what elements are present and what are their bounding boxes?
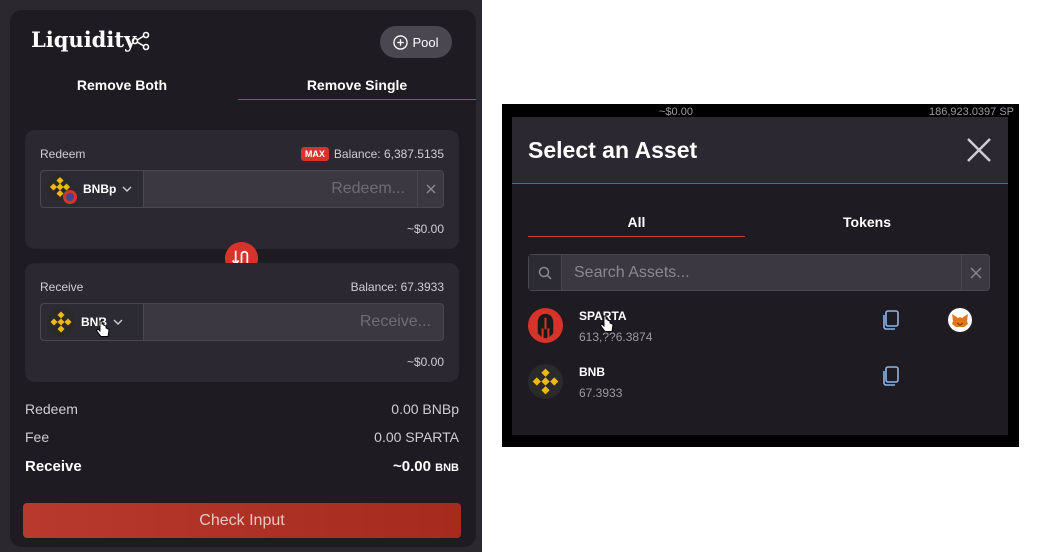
summary-fee-row: Fee 0.00 SPARTA [25, 429, 459, 445]
redeem-asset-symbol: BNBp [83, 182, 117, 196]
asset-symbol-bnb: BNB [579, 365, 605, 379]
search-bar [528, 254, 990, 291]
metamask-icon[interactable] [948, 308, 972, 332]
tab-tokens[interactable]: Tokens [757, 207, 977, 237]
liquidity-panel-frame: Liquidity Pool Remove Both Remove Single… [0, 0, 482, 552]
summary-receive-unit: BNB [435, 462, 459, 474]
close-modal-button[interactable] [964, 135, 994, 165]
summary-receive-row: Receive ~0.00 BNB [25, 458, 459, 475]
hand-cursor-icon [96, 320, 110, 337]
pool-button[interactable]: Pool [380, 26, 452, 58]
redeem-label: Redeem [40, 147, 86, 161]
clear-search-button[interactable] [961, 255, 989, 290]
tab-remove-both[interactable]: Remove Both [10, 70, 234, 100]
redeem-input-row: BNBp [40, 170, 444, 208]
asset-amount-sparta: 613,??6.3874 [579, 330, 653, 344]
search-assets-input[interactable] [562, 255, 961, 290]
max-button[interactable]: MAX [300, 147, 329, 161]
tab-remove-single[interactable]: Remove Single [238, 70, 476, 100]
summary-fee-label: Fee [25, 429, 50, 445]
asset-amount-bnb: 67.3933 [579, 386, 623, 400]
bnb-token-icon [528, 364, 563, 399]
summary-redeem-value: 0.00 BNBp [391, 401, 459, 417]
redeem-amount-input[interactable] [144, 171, 417, 207]
modal-title: Select an Asset [528, 137, 698, 163]
summary-redeem-label: Redeem [25, 401, 78, 417]
summary-redeem-row: Redeem 0.00 BNBp [25, 401, 459, 417]
bnb-token-icon [47, 308, 75, 336]
close-icon [970, 267, 981, 278]
share-icon[interactable] [131, 31, 151, 51]
sparta-token-icon [528, 308, 563, 343]
receive-usd-value: ~$0.00 [406, 355, 444, 369]
redeem-card: Redeem MAX Balance: 6,387.5135 BNBp Rede… [25, 130, 459, 249]
redeem-asset-selector[interactable]: BNBp [41, 171, 144, 207]
chevron-down-icon [113, 319, 123, 325]
liquidity-card: Liquidity Pool Remove Both Remove Single… [10, 10, 476, 547]
clear-redeem-button[interactable] [417, 171, 443, 207]
receive-balance: Balance: 67.3933 [350, 280, 444, 294]
summary-fee-value: 0.00 SPARTA [374, 429, 459, 445]
page-title: Liquidity [31, 27, 137, 52]
summary-receive-value: ~0.00 [393, 458, 431, 475]
receive-card: Receive Balance: 67.3933 BNB Receive... … [25, 263, 459, 382]
hand-cursor-icon [600, 315, 614, 332]
summary-receive-amount: ~0.00 BNB [393, 458, 459, 475]
redeem-usd-value: ~$0.00 [406, 222, 444, 236]
check-input-button[interactable]: Check Input [23, 503, 461, 538]
summary-receive-label: Receive [25, 458, 82, 475]
modal-header: Select an Asset [512, 117, 1008, 184]
bnbp-token-icon [47, 174, 77, 204]
copy-icon[interactable] [882, 366, 900, 386]
asset-row-sparta[interactable]: SPARTA 613,??6.3874 [528, 306, 990, 346]
receive-asset-selector[interactable]: BNB [41, 304, 144, 340]
receive-amount-input[interactable] [144, 304, 443, 340]
asset-row-bnb[interactable]: BNB 67.3933 [528, 362, 990, 402]
plus-circle-icon [393, 34, 409, 50]
chevron-down-icon [122, 186, 132, 192]
close-icon [426, 184, 435, 194]
copy-icon[interactable] [882, 310, 900, 330]
pool-button-label: Pool [412, 34, 439, 50]
select-asset-modal: Select an Asset All Tokens SPA [512, 117, 1008, 435]
tab-all[interactable]: All [528, 207, 745, 237]
search-icon [529, 255, 562, 290]
redeem-balance: MAX Balance: 6,387.5135 [300, 147, 444, 161]
redeem-balance-text: Balance: 6,387.5135 [333, 147, 444, 161]
receive-label: Receive [40, 280, 84, 294]
